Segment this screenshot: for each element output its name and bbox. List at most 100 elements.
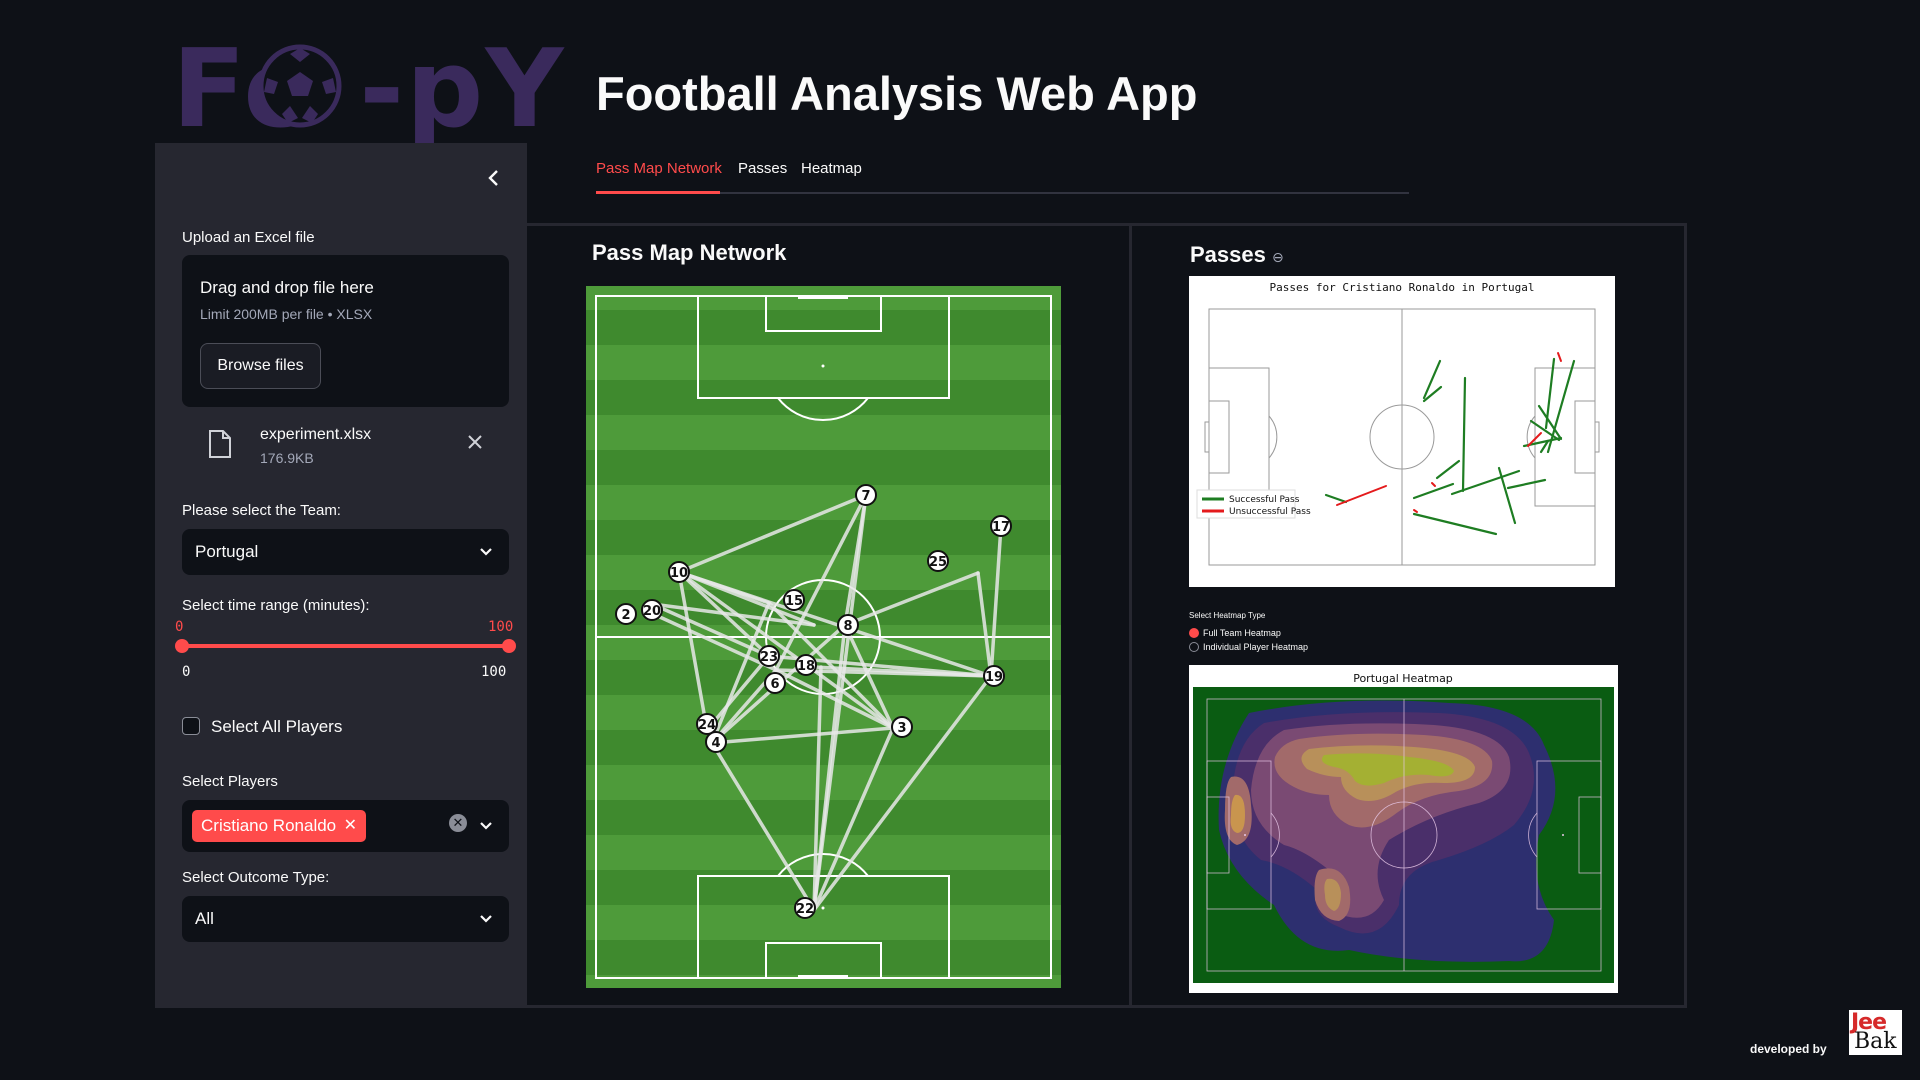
radio-individual-player[interactable]	[1189, 642, 1199, 652]
player-node: 8	[837, 614, 859, 636]
tab-passes[interactable]: Passes	[738, 160, 787, 177]
passes-chart: Passes for Cristiano Ronaldo in Portugal	[1189, 276, 1615, 587]
page-title: Football Analysis Web App	[596, 67, 1198, 120]
team-select[interactable]: Portugal	[182, 529, 509, 575]
outcome-select-value: All	[195, 909, 214, 928]
player-node: 4	[705, 731, 727, 753]
file-dropzone[interactable]: Drag and drop file here Limit 200MB per …	[182, 255, 509, 407]
player-node: 2	[615, 603, 637, 625]
player-tag[interactable]: Cristiano Ronaldo ✕	[192, 810, 366, 842]
close-icon	[468, 435, 482, 449]
player-node: 22	[794, 897, 816, 919]
player-node: 17	[990, 515, 1012, 537]
chevron-down-icon	[480, 822, 492, 830]
player-number: 2	[621, 608, 630, 623]
player-node: 23	[758, 645, 780, 667]
player-number: 22	[796, 902, 814, 917]
slider-selected-min: 0	[175, 619, 184, 635]
pass-network-pitch: 7 17 10 25 2 20 15 8 23 18 19 6 24 4 3 2…	[586, 286, 1061, 988]
player-number: 7	[861, 489, 870, 504]
heatmap-type-label: Select Heatmap Type	[1189, 611, 1266, 620]
dropzone-title: Drag and drop file here	[200, 278, 374, 297]
football-icon	[258, 44, 342, 128]
player-node: 10	[668, 561, 690, 583]
passes-chart-title: Passes for Cristiano Ronaldo in Portugal	[1270, 281, 1535, 294]
player-node: 6	[764, 672, 786, 694]
sidebar: Upload an Excel file Drag and drop file …	[155, 143, 527, 1008]
developer-logo[interactable]: Jee Bak	[1849, 1010, 1902, 1055]
player-number: 20	[643, 604, 661, 619]
player-number: 24	[698, 718, 716, 733]
outcome-select[interactable]: All	[182, 896, 509, 942]
team-label: Please select the Team:	[182, 502, 341, 519]
logo-text: Fo -pY	[172, 27, 566, 152]
clear-all-icon[interactable]: ✕	[449, 814, 467, 832]
tab-heatmap[interactable]: Heatmap	[801, 160, 862, 177]
radio-full-team-label: Full Team Heatmap	[1203, 628, 1281, 638]
dropzone-subtitle: Limit 200MB per file • XLSX	[200, 306, 373, 322]
pass-map-heading: Pass Map Network	[592, 240, 787, 265]
player-node: 3	[891, 716, 913, 738]
player-node: 15	[783, 589, 805, 611]
select-all-label: Select All Players	[211, 717, 343, 736]
link-icon[interactable]: ⊖	[1272, 249, 1284, 265]
active-tab-indicator	[596, 191, 720, 194]
time-range-track[interactable]	[182, 644, 509, 648]
player-tag-label: Cristiano Ronaldo	[201, 816, 337, 835]
player-node: 7	[855, 484, 877, 506]
player-number: 4	[711, 736, 720, 751]
successful-passes	[1324, 357, 1576, 536]
team-select-value: Portugal	[195, 542, 259, 561]
player-number: 15	[785, 594, 803, 609]
player-number: 18	[797, 659, 815, 674]
legend-success-label: Successful Pass	[1229, 495, 1300, 505]
player-node: 19	[983, 665, 1005, 687]
tab-pass-map-network[interactable]: Pass Map Network	[596, 160, 722, 177]
slider-range-max: 100	[481, 664, 507, 680]
player-node: 24	[696, 713, 718, 735]
outcome-label: Select Outcome Type:	[182, 869, 330, 886]
player-number: 6	[770, 677, 779, 692]
remove-tag-icon[interactable]: ✕	[344, 810, 357, 842]
tab-bar: Pass Map Network Passes Heatmap	[596, 160, 1409, 194]
chevron-left-icon	[488, 170, 498, 186]
player-number: 8	[843, 619, 852, 634]
player-number: 17	[992, 520, 1010, 535]
players-multiselect[interactable]: Cristiano Ronaldo ✕ ✕	[182, 800, 509, 852]
chevron-down-icon	[480, 915, 492, 923]
file-icon	[209, 430, 231, 458]
slider-range-min: 0	[182, 664, 191, 680]
slider-min-handle[interactable]	[175, 639, 189, 653]
app-logo: Fo -pY	[172, 30, 564, 150]
player-number: 25	[929, 555, 947, 570]
player-number: 3	[897, 721, 906, 736]
browse-files-button[interactable]: Browse files	[200, 343, 321, 389]
legend-fail-label: Unsuccessful Pass	[1229, 507, 1311, 517]
heatmap-title: Portugal Heatmap	[1353, 672, 1453, 685]
chevron-down-icon	[480, 548, 492, 556]
passes-heading: Passes ⊖	[1190, 242, 1284, 268]
uploaded-file-name: experiment.xlsx	[260, 426, 372, 443]
slider-selected-max: 100	[488, 619, 514, 635]
collapse-sidebar-button[interactable]	[477, 163, 511, 197]
developer-credit: developed by	[1750, 1042, 1827, 1056]
team-heatmap: Portugal Heatmap	[1189, 665, 1618, 993]
passes-legend: Successful Pass Unsuccessful Pass	[1196, 489, 1311, 519]
player-node: 20	[641, 599, 663, 621]
players-label: Select Players	[182, 773, 278, 790]
remove-file-button[interactable]	[468, 431, 482, 453]
player-number: 10	[670, 566, 688, 581]
time-range-label: Select time range (minutes):	[182, 597, 370, 614]
player-number: 23	[760, 650, 778, 665]
upload-label: Upload an Excel file	[182, 229, 315, 246]
radio-individual-label: Individual Player Heatmap	[1203, 642, 1309, 652]
slider-max-handle[interactable]	[502, 639, 516, 653]
player-number: 19	[985, 670, 1003, 685]
brand-bottom: Bak	[1854, 1029, 1897, 1054]
player-node: 18	[795, 654, 817, 676]
radio-full-team[interactable]	[1189, 628, 1199, 638]
select-all-checkbox[interactable]	[182, 717, 200, 735]
uploaded-file-size: 176.9KB	[260, 450, 314, 466]
passes-heading-text: Passes	[1190, 242, 1266, 267]
player-node: 25	[927, 550, 949, 572]
